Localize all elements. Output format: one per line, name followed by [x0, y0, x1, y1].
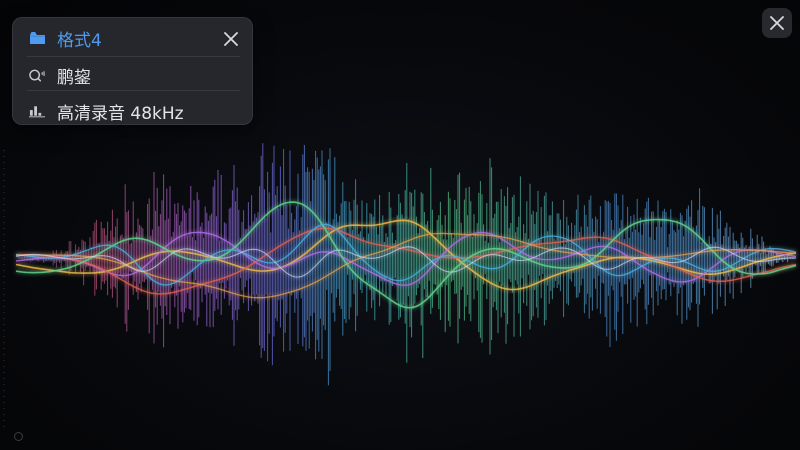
info-source-text: 鹏鋆 [57, 67, 91, 88]
close-icon [770, 16, 784, 30]
audio-level-icon [29, 103, 45, 119]
info-row-quality: 高清录音 48kHz [13, 93, 252, 129]
scrub-track [3, 150, 5, 430]
waveform-spikes [17, 143, 797, 386]
info-quality-text: 高清录音 48kHz [57, 103, 184, 124]
voice-search-icon [29, 67, 45, 83]
info-title: 格式4 [57, 30, 102, 51]
divider [27, 90, 240, 91]
close-viewer-button[interactable] [762, 8, 792, 38]
waveform-spike-lines [17, 143, 797, 386]
info-row-source: 鹏鋆 [13, 57, 252, 93]
info-title-row: 格式4 [13, 20, 252, 56]
folder-icon [29, 30, 45, 46]
close-icon[interactable] [220, 28, 242, 50]
info-panel: 格式4 鹏鋆 高清录音 48kHz [12, 17, 253, 125]
scrub-handle[interactable] [14, 432, 23, 441]
